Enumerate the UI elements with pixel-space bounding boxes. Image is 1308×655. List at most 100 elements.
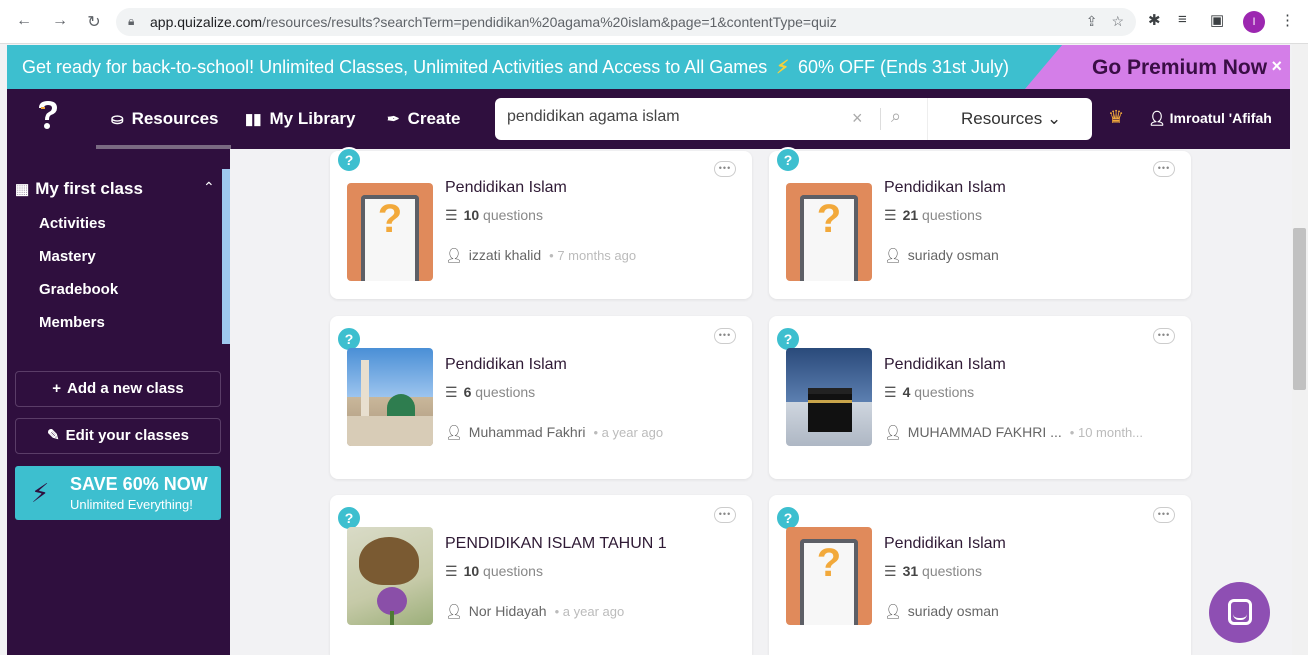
edit-classes-button[interactable]: ✎ Edit your classes <box>15 418 221 454</box>
content-type-dropdown[interactable]: Resources ⌄ <box>961 109 1061 129</box>
author-name: suriady osman <box>907 603 999 619</box>
quiz-thumbnail: ? <box>347 183 433 281</box>
save-subtitle: Unlimited Everything! <box>70 497 193 512</box>
share-icon[interactable]: ⇪ <box>1086 13 1098 29</box>
more-options-icon[interactable]: ••• <box>714 161 736 177</box>
quiz-title[interactable]: Pendidikan Islam <box>445 356 567 374</box>
question-number: 31 <box>902 563 919 579</box>
author-name: Muhammad Fakhri <box>468 424 586 440</box>
quizalize-logo-icon[interactable] <box>36 99 60 131</box>
question-number: 10 <box>463 563 480 579</box>
extensions-icon[interactable]: ✱ <box>1148 11 1161 29</box>
page-scrollbar-thumb[interactable] <box>1293 228 1306 390</box>
nav-create-label: Create <box>407 109 461 128</box>
more-options-icon[interactable]: ••• <box>714 328 736 344</box>
quiz-card[interactable]: ? ••• ? Pendidikan Islam ☰ 10 questions 👤… <box>330 147 752 299</box>
quiz-badge-icon: ? <box>336 147 362 173</box>
time-ago-text: a year ago <box>601 425 664 440</box>
list-icon: ☰ <box>445 207 458 223</box>
question-number: 4 <box>902 384 911 400</box>
author-name: MUHAMMAD FAKHRI ... <box>907 424 1062 440</box>
user-icon: 👤︎ <box>445 603 463 619</box>
user-name: Imroatul 'Afifah <box>1169 110 1272 126</box>
quiz-author: 👤︎ suriady osman <box>884 247 999 264</box>
list-icon: ☰ <box>445 563 458 579</box>
time-ago: • a year ago <box>554 604 625 619</box>
question-unit: questions <box>483 563 543 579</box>
search-input[interactable] <box>507 108 837 126</box>
chat-icon <box>1228 599 1252 625</box>
list-icon: ☰ <box>884 207 897 223</box>
content-type-label: Resources <box>961 109 1043 128</box>
sidebar-item-gradebook[interactable]: Gradebook <box>39 281 118 298</box>
reload-icon[interactable]: ↻ <box>84 12 104 32</box>
sidebar-item-members[interactable]: Members <box>39 314 105 331</box>
side-panel-icon[interactable]: ▣ <box>1210 11 1224 29</box>
time-ago-text: 10 month... <box>1077 425 1144 440</box>
more-options-icon[interactable]: ••• <box>714 507 736 523</box>
promo-banner: Get ready for back-to-school! Unlimited … <box>7 45 1290 89</box>
user-icon: 👤︎ <box>884 603 902 619</box>
quiz-card[interactable]: ? ••• Pendidikan Islam ☰ 4 questions 👤︎ MU… <box>769 316 1191 479</box>
list-icon: ☰ <box>884 384 897 400</box>
quiz-title[interactable]: PENDIDIKAN ISLAM TAHUN 1 <box>445 535 667 553</box>
nav-create[interactable]: ✒ Create <box>387 109 461 129</box>
quiz-title[interactable]: Pendidikan Islam <box>884 535 1006 553</box>
more-options-icon[interactable]: ••• <box>1153 161 1175 177</box>
reading-list-icon[interactable]: ≡ <box>1178 11 1187 28</box>
user-icon: 👤︎ <box>445 424 463 440</box>
quiz-author: 👤︎ suriady osman <box>884 603 999 620</box>
binoculars-icon: ⛀ <box>111 111 124 128</box>
save-promo-button[interactable]: ⚡︎ SAVE 60% NOW Unlimited Everything! <box>15 466 221 520</box>
time-ago: • a year ago <box>593 425 664 440</box>
search-divider <box>880 108 881 130</box>
close-icon[interactable]: × <box>1271 56 1282 77</box>
more-options-icon[interactable]: ••• <box>1153 328 1175 344</box>
quiz-author: 👤︎ izzati khalid • 7 months ago <box>445 247 636 264</box>
grid-icon: ▦ <box>15 181 30 198</box>
nav-resources[interactable]: ⛀ Resources <box>111 109 219 129</box>
quiz-title[interactable]: Pendidikan Islam <box>884 356 1006 374</box>
sidebar-item-mastery[interactable]: Mastery <box>39 248 96 265</box>
class-name: My first class <box>35 179 143 198</box>
promo-text: Get ready for back-to-school! Unlimited … <box>22 57 1009 78</box>
forward-arrow-icon[interactable]: → <box>50 12 70 30</box>
address-bar[interactable]: 🔒︎ app.quizalize.com/resources/results?s… <box>116 8 1136 36</box>
crown-icon[interactable]: ♛ <box>1108 107 1124 128</box>
time-ago-text: 7 months ago <box>557 248 637 263</box>
url-host: app.quizalize.com <box>150 14 263 30</box>
quiz-thumbnail: ? <box>786 183 872 281</box>
user-menu[interactable]: 👤︎ Imroatul 'Afifah <box>1148 110 1272 127</box>
chevron-up-icon[interactable]: ⌃ <box>203 179 215 196</box>
nav-my-library[interactable]: ▮▮ My Library <box>245 109 356 129</box>
quiz-card[interactable]: ? ••• ? Pendidikan Islam ☰ 31 questions 👤… <box>769 495 1191 655</box>
url-path: /resources/results?searchTerm=pendidikan… <box>262 14 837 30</box>
search-icon[interactable]: ⌕ <box>891 106 901 127</box>
question-number: 10 <box>463 207 480 223</box>
quiz-card[interactable]: ? ••• ? Pendidikan Islam ☰ 21 questions 👤… <box>769 147 1191 299</box>
quiz-card[interactable]: ? ••• Pendidikan Islam ☰ 6 questions 👤︎ Mu… <box>330 316 752 479</box>
add-class-button[interactable]: + Add a new class <box>15 371 221 407</box>
list-icon: ☰ <box>884 563 897 579</box>
lock-icon: 🔒︎ <box>128 14 135 28</box>
go-premium-button[interactable]: Go Premium Now <box>1025 45 1290 89</box>
question-number: 21 <box>902 207 919 223</box>
author-name: suriady osman <box>907 247 999 263</box>
url-text[interactable]: app.quizalize.com/resources/results?sear… <box>150 14 837 30</box>
sidebar-item-activities[interactable]: Activities <box>39 215 106 232</box>
more-options-icon[interactable]: ••• <box>1153 507 1175 523</box>
chat-launcher-button[interactable] <box>1209 582 1270 643</box>
sidebar: ▦ My first class ⌃ Activities Mastery Gra… <box>7 149 230 655</box>
clear-icon[interactable]: × <box>852 108 863 129</box>
quiz-title[interactable]: Pendidikan Islam <box>884 179 1006 197</box>
class-header[interactable]: ▦ My first class <box>15 179 143 199</box>
quiz-title[interactable]: Pendidikan Islam <box>445 179 567 197</box>
more-vert-icon[interactable]: ⋮ <box>1280 11 1295 29</box>
back-arrow-icon[interactable]: ← <box>14 12 34 30</box>
star-icon[interactable]: ☆ <box>1111 13 1124 29</box>
sidebar-scrollbar[interactable] <box>222 169 230 344</box>
nav-resources-label: Resources <box>131 109 219 128</box>
profile-avatar[interactable]: I <box>1243 11 1265 33</box>
quiz-author: 👤︎ Nor Hidayah • a year ago <box>445 603 624 620</box>
quiz-card[interactable]: ? ••• PENDIDIKAN ISLAM TAHUN 1 ☰ 10 quest… <box>330 495 752 655</box>
